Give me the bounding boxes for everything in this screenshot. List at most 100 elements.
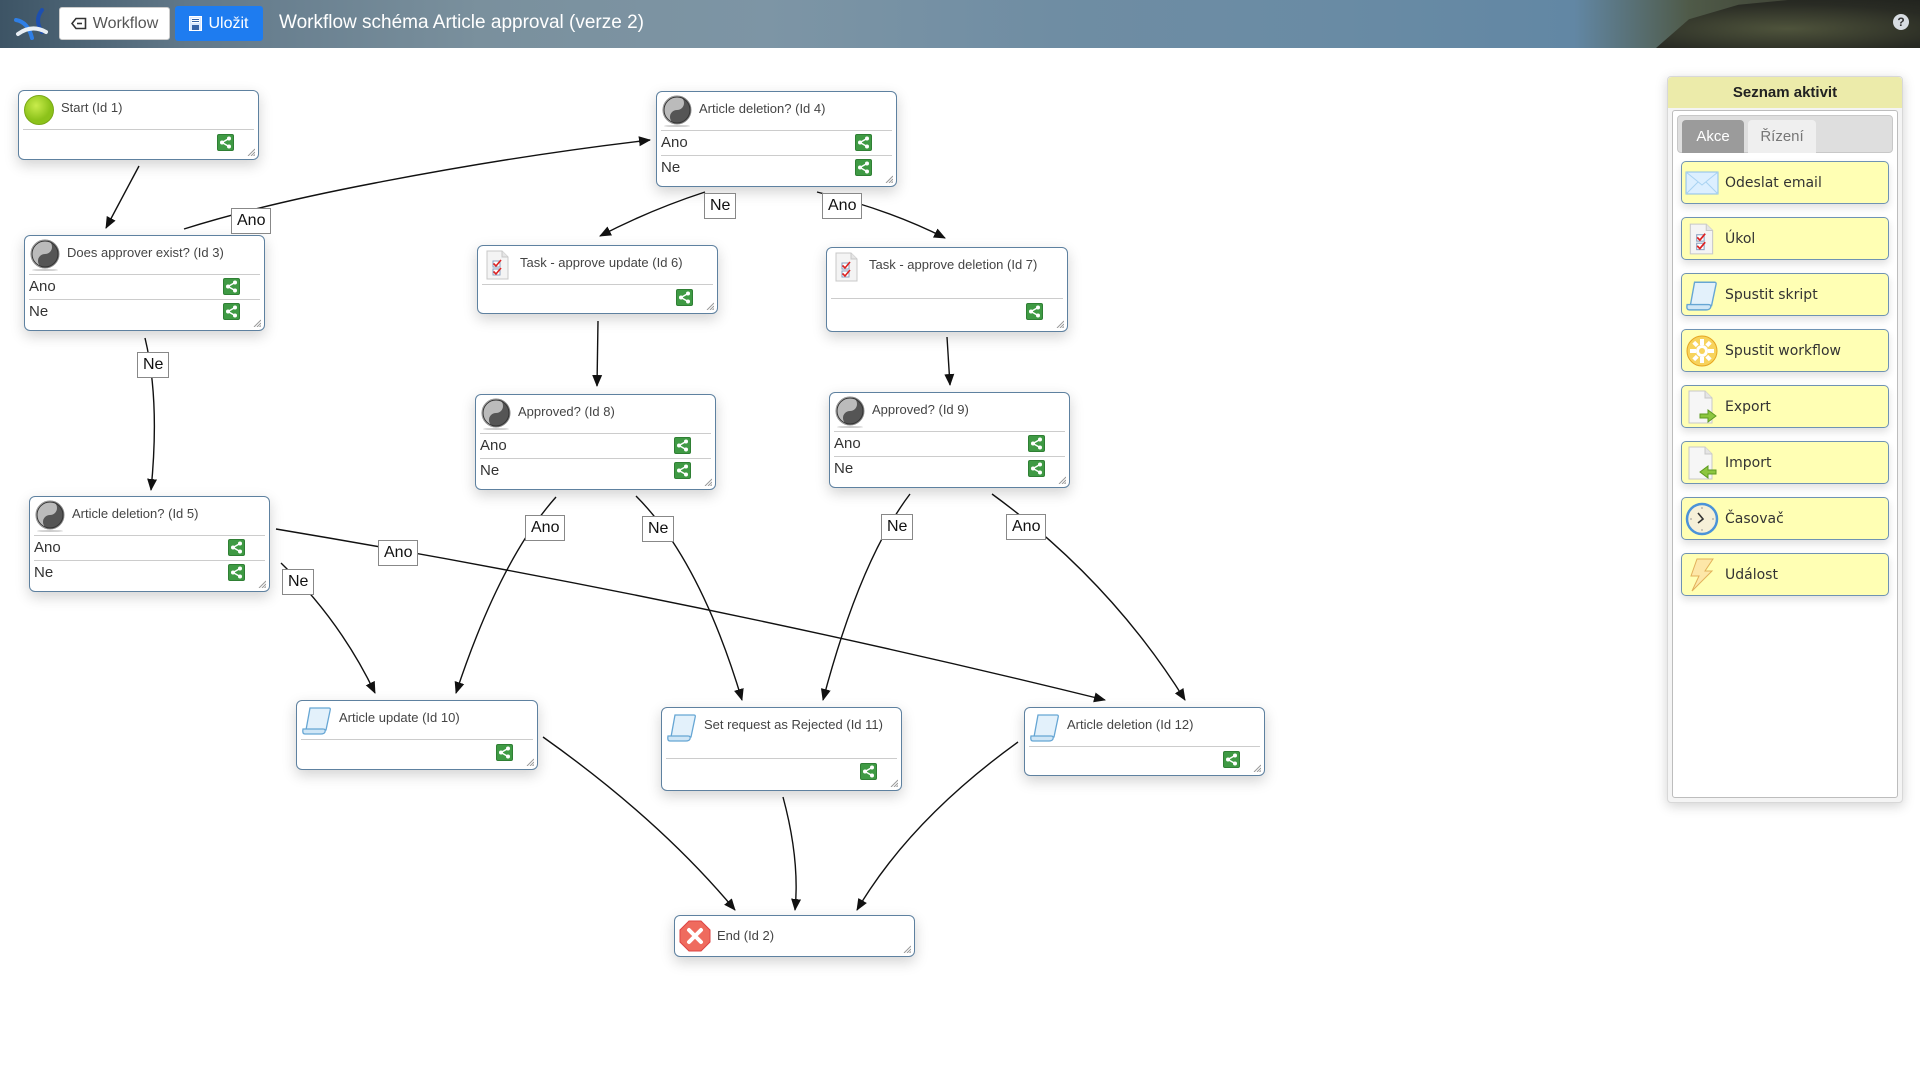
decision-icon <box>834 396 866 428</box>
connect-share-icon[interactable] <box>228 564 245 581</box>
connection-label[interactable]: Ne <box>881 514 914 540</box>
resize-handle-icon[interactable] <box>890 779 898 787</box>
resize-handle-icon[interactable] <box>885 175 893 183</box>
resize-handle-icon[interactable] <box>247 148 255 156</box>
tab-rizeni[interactable]: Řízení <box>1748 120 1816 153</box>
connection-1-3[interactable] <box>105 165 140 229</box>
connection-label[interactable]: Ne <box>282 569 315 595</box>
clock-icon <box>1685 502 1719 536</box>
app-logo-icon[interactable] <box>12 6 50 42</box>
node-outcome: Ne <box>29 299 260 324</box>
script-icon <box>301 704 333 736</box>
resize-handle-icon[interactable] <box>1056 320 1064 328</box>
help-icon[interactable]: ? <box>1893 14 1909 30</box>
workflow-node-start[interactable]: Start (Id 1) <box>18 90 259 160</box>
node-title: Article update (Id 10) <box>339 710 460 725</box>
palette-item[interactable]: Časovač <box>1681 497 1889 540</box>
resize-handle-icon[interactable] <box>253 319 261 327</box>
script-icon <box>1029 711 1061 743</box>
workflow-node-decision[interactable]: Article deletion? (Id 4) Ano Ne <box>656 91 897 187</box>
node-outcome: Ano <box>834 431 1065 456</box>
palette-item-label: Import <box>1725 454 1772 471</box>
connect-share-icon[interactable] <box>223 303 240 320</box>
save-button[interactable]: Uložit <box>175 6 263 41</box>
workflow-node-decision[interactable]: Approved? (Id 8) Ano Ne <box>475 394 716 490</box>
connect-share-icon[interactable] <box>1223 751 1240 768</box>
workflow-back-button[interactable]: Workflow <box>59 7 170 40</box>
resize-handle-icon[interactable] <box>704 478 712 486</box>
node-title: Approved? (Id 9) <box>872 402 969 417</box>
palette-item-label: Spustit skript <box>1725 286 1818 303</box>
connect-share-icon[interactable] <box>674 437 691 454</box>
connection-7-9[interactable] <box>944 336 955 386</box>
workflow-node-script[interactable]: Article deletion (Id 12) <box>1024 707 1265 776</box>
floppy-disk-icon <box>189 16 203 31</box>
connection-label[interactable]: Ne <box>704 193 737 219</box>
script-icon <box>666 711 698 743</box>
connection-label[interactable]: Ne <box>642 516 675 542</box>
workflow-node-decision[interactable]: Does approver exist? (Id 3) Ano Ne <box>24 235 265 331</box>
connection-4-6[interactable] <box>599 191 706 237</box>
back-tag-icon <box>70 17 87 30</box>
connection-6-8[interactable] <box>592 320 603 387</box>
envelope-icon <box>1685 166 1719 200</box>
workflow-node-task[interactable]: Task - approve deletion (Id 7) <box>826 247 1068 332</box>
node-outcome: Ano <box>34 535 265 560</box>
workflow-node-decision[interactable]: Approved? (Id 9) Ano Ne <box>829 392 1070 488</box>
workflow-node-script[interactable]: Set request as Rejected (Id 11) <box>661 707 902 791</box>
resize-handle-icon[interactable] <box>1058 476 1066 484</box>
script-icon <box>1685 278 1719 312</box>
outcome-label: Ne <box>29 303 49 320</box>
palette-item[interactable]: Spustit workflow <box>1681 329 1889 372</box>
connect-share-icon[interactable] <box>496 744 513 761</box>
palette-body: Akce Řízení Odeslat email Úkol Spustit skr… <box>1672 110 1898 798</box>
outcome-label: Ne <box>661 159 681 176</box>
resize-handle-icon[interactable] <box>903 945 911 953</box>
connect-share-icon[interactable] <box>223 278 240 295</box>
palette-item[interactable]: Událost <box>1681 553 1889 596</box>
connection-label[interactable]: Ano <box>822 193 863 219</box>
connect-share-icon[interactable] <box>855 134 872 151</box>
palette-item[interactable]: Úkol <box>1681 217 1889 260</box>
tab-akce[interactable]: Akce <box>1682 120 1744 153</box>
connection-label[interactable]: Ano <box>378 540 419 566</box>
node-outcome: Ano <box>480 433 711 458</box>
connect-share-icon[interactable] <box>1026 303 1043 320</box>
palette-item[interactable]: Odeslat email <box>1681 161 1889 204</box>
connection-label[interactable]: Ano <box>1006 514 1047 540</box>
outcome-label: Ne <box>834 460 854 477</box>
workflow-connections <box>105 136 1186 911</box>
connect-share-icon[interactable] <box>674 462 691 479</box>
connect-share-icon[interactable] <box>860 763 877 780</box>
top-bar: Workflow Uložit Workflow schéma Article … <box>0 0 1920 48</box>
task-icon <box>1685 222 1719 256</box>
connection-label[interactable]: Ano <box>231 208 272 234</box>
resize-handle-icon[interactable] <box>706 302 714 310</box>
palette-item[interactable]: Spustit skript <box>1681 273 1889 316</box>
connect-share-icon[interactable] <box>676 289 693 306</box>
decision-icon <box>661 95 693 127</box>
activity-palette: Seznam aktivit Akce Řízení Odeslat email… <box>1667 76 1903 803</box>
workflow-node-script[interactable]: Article update (Id 10) <box>296 700 538 770</box>
node-title: Set request as Rejected (Id 11) <box>704 717 883 732</box>
connect-share-icon[interactable] <box>228 539 245 556</box>
palette-item[interactable]: Import <box>1681 441 1889 484</box>
resize-handle-icon[interactable] <box>258 580 266 588</box>
resize-handle-icon[interactable] <box>1253 764 1261 772</box>
workflow-node-decision[interactable]: Article deletion? (Id 5) Ano Ne <box>29 496 270 592</box>
connect-share-icon[interactable] <box>1028 435 1045 452</box>
resize-handle-icon[interactable] <box>526 758 534 766</box>
workflow-node-end[interactable]: End (Id 2) <box>674 915 915 957</box>
connect-share-icon[interactable] <box>217 134 234 151</box>
connection-11-2[interactable] <box>782 796 802 911</box>
workflow-node-task[interactable]: Task - approve update (Id 6) <box>477 245 718 314</box>
connect-share-icon[interactable] <box>855 159 872 176</box>
connection-label[interactable]: Ano <box>525 515 566 541</box>
export-icon <box>1685 390 1719 424</box>
palette-item-label: Spustit workflow <box>1725 342 1841 359</box>
node-title: Article deletion? (Id 5) <box>72 506 199 521</box>
connection-label[interactable]: Ne <box>137 352 170 378</box>
palette-item-label: Odeslat email <box>1725 174 1822 191</box>
palette-item[interactable]: Export <box>1681 385 1889 428</box>
connect-share-icon[interactable] <box>1028 460 1045 477</box>
